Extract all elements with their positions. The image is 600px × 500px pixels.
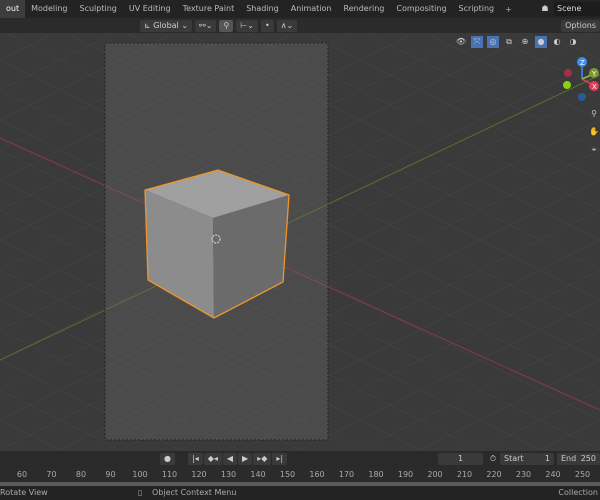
camera-view-icon[interactable]: ⌖ <box>588 144 600 156</box>
snap-toggle[interactable]: ⚲ <box>219 19 234 32</box>
start-frame-field[interactable]: Start 1 <box>500 453 554 465</box>
current-frame-field[interactable]: 1 <box>438 453 483 465</box>
visibility-icon[interactable]: 👁 <box>455 36 467 48</box>
status-right: Collection <box>558 488 598 497</box>
jump-start-button[interactable]: |◂ <box>188 453 203 465</box>
gizmo-x-label: X <box>592 83 597 91</box>
play-reverse-button[interactable]: ◀ <box>222 453 238 465</box>
ruler-tick: 220 <box>486 470 502 479</box>
ruler-tick: 130 <box>220 470 237 479</box>
wireframe-shading-icon[interactable]: ⊕ <box>519 36 531 48</box>
ruler-tick: 100 <box>132 470 148 479</box>
rendered-shading-icon[interactable]: ◑ <box>567 36 579 48</box>
ruler-tick: 60 <box>16 470 28 479</box>
prev-keyframe-button[interactable]: ◆◂ <box>203 453 222 465</box>
ruler-tick: 190 <box>397 470 414 479</box>
ruler-tick: 210 <box>456 470 473 479</box>
material-shading-icon[interactable]: ◐ <box>551 36 563 48</box>
orientation-label: Global <box>153 20 179 30</box>
status-middle: Object Context Menu <box>152 488 237 497</box>
end-label: End <box>561 454 577 463</box>
transform-orientation-dropdown[interactable]: ⊾ Global ⌄ <box>140 19 193 32</box>
next-keyframe-button[interactable]: ▸◆ <box>253 453 272 465</box>
ruler-tick: 180 <box>368 470 384 479</box>
snap-target-dropdown[interactable]: ⊢⌄ <box>236 19 258 32</box>
scene-selector[interactable]: ☗ Scene <box>539 2 600 16</box>
ruler-tick: 240 <box>545 470 561 479</box>
ruler-tick: 150 <box>279 470 296 479</box>
tab-compositing[interactable]: Compositing <box>390 0 452 18</box>
timeline-header: ● |◂ ◆◂ ◀ ▶ ▸◆ ▸| 1 ⏱ Start 1 End 250 <box>0 451 600 467</box>
start-value: 1 <box>544 454 550 463</box>
gizmo-y-label: Y <box>591 70 597 78</box>
tab-rendering[interactable]: Rendering <box>338 0 391 18</box>
gizmo-z-label: Z <box>580 59 585 67</box>
ruler-tick: 230 <box>515 470 532 479</box>
end-value: 250 <box>580 454 596 463</box>
stopwatch-icon[interactable]: ⏱ <box>487 453 499 465</box>
ruler-tick: 160 <box>309 470 325 479</box>
mouse-icon: ▯ <box>138 488 143 497</box>
workspace-tabs-bar: out Modeling Sculpting UV Editing Texture Pa… <box>0 0 600 18</box>
play-button[interactable]: ▶ <box>238 453 253 465</box>
status-left: Rotate View <box>0 488 48 497</box>
ruler-tick: 200 <box>427 470 443 479</box>
ruler-tick: 120 <box>191 470 207 479</box>
viewport-header: ⊾ Global ⌄ ⚯⌄ ⚲ ⊢⌄ • ∧⌄ Options <box>0 18 600 33</box>
tab-shading[interactable]: Shading <box>240 0 285 18</box>
timeline-ruler[interactable]: 60 70 80 90 100 110 120 130 140 150 160 170 180 190 20… <box>0 467 600 482</box>
zoom-icon[interactable]: ⚲ <box>588 108 600 120</box>
jump-end-button[interactable]: ▸| <box>272 453 288 465</box>
grid-line <box>0 33 113 91</box>
tab-uv-editing[interactable]: UV Editing <box>123 0 177 18</box>
tab-texture-paint[interactable]: Texture Paint <box>177 0 241 18</box>
status-bar: Rotate View ▯ Object Context Menu Collec… <box>0 486 600 500</box>
options-button[interactable]: Options <box>561 19 600 32</box>
pan-hand-icon[interactable]: ✋ <box>588 126 600 138</box>
grid-line <box>307 33 600 181</box>
tab-animation[interactable]: Animation <box>285 0 338 18</box>
add-workspace-button[interactable]: + <box>500 5 517 14</box>
scene-icon: ☗ <box>541 4 549 13</box>
ruler-tick: 90 <box>105 470 116 479</box>
tab-out[interactable]: out <box>0 0 26 18</box>
falloff-dropdown[interactable]: ∧⌄ <box>276 19 298 32</box>
ruler-tick: 170 <box>338 470 355 479</box>
ruler-tick: 250 <box>574 470 591 479</box>
tab-modeling[interactable]: Modeling <box>25 0 73 18</box>
tab-sculpting[interactable]: Sculpting <box>74 0 123 18</box>
overlay-toggle-icon[interactable]: ◎ <box>487 36 499 48</box>
ruler-tick: 80 <box>75 470 87 479</box>
ruler-tick: 140 <box>250 470 266 479</box>
3d-viewport[interactable]: Z Y X 👁 ⤧ ◎ ⧉ ⊕ ● ◐ ◑ ⚲ ✋ ⌖ <box>0 33 600 451</box>
xray-toggle-icon[interactable]: ⧉ <box>503 36 515 48</box>
gizmo-toggle-icon[interactable]: ⤧ <box>471 36 483 48</box>
ruler-tick: 70 <box>46 470 57 479</box>
navigation-gizmo: Z Y X <box>563 57 599 101</box>
end-frame-field[interactable]: End 250 <box>557 453 600 465</box>
proportional-editing-toggle[interactable]: • <box>260 19 274 32</box>
start-label: Start <box>504 454 524 463</box>
scene-name-field[interactable]: Scene <box>554 2 600 16</box>
viewport-canvas[interactable]: Z Y X <box>0 33 600 451</box>
solid-shading-icon[interactable]: ● <box>535 36 547 48</box>
record-button[interactable]: ● <box>160 453 175 465</box>
pivot-point-dropdown[interactable]: ⚯⌄ <box>195 19 217 32</box>
ruler-tick: 110 <box>161 470 178 479</box>
tab-scripting[interactable]: Scripting <box>453 0 501 18</box>
grid-line <box>0 33 53 61</box>
